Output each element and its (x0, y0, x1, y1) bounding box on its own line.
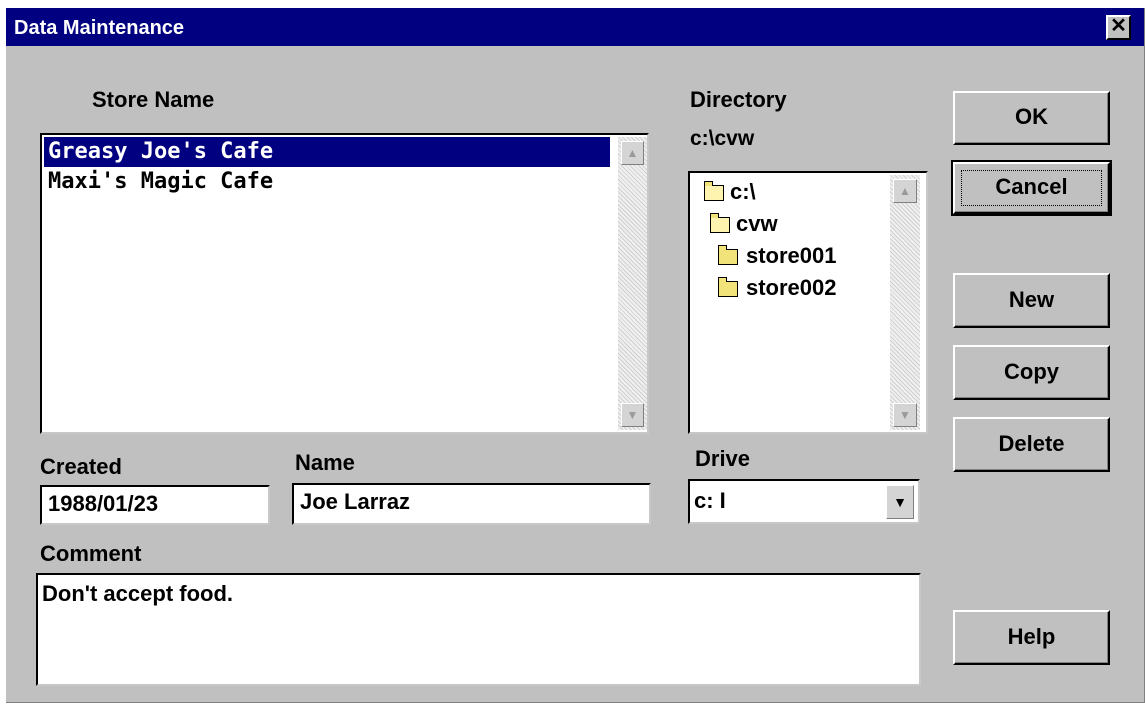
directory-path: c:\cvw (690, 127, 755, 150)
open-folder-icon (710, 213, 730, 233)
scroll-up-icon[interactable]: ▲ (893, 179, 917, 203)
store-name-list[interactable]: Greasy Joe's Cafe Maxi's Magic Cafe ▲ ▼ (40, 133, 649, 434)
scroll-down-icon[interactable]: ▼ (893, 403, 917, 427)
tree-item-root[interactable]: c:\ (730, 179, 756, 205)
chevron-down-icon[interactable]: ▼ (886, 485, 914, 519)
close-button[interactable]: ✕ (1106, 15, 1131, 40)
focus-indicator (961, 170, 1102, 206)
cancel-button[interactable]: Cancel (951, 160, 1112, 216)
comment-label: Comment (40, 541, 142, 566)
folder-icon (718, 277, 738, 297)
created-field[interactable]: 1988/01/23 (40, 485, 270, 525)
open-folder-icon (704, 181, 724, 201)
drive-label: Drive (695, 446, 751, 471)
name-field[interactable]: Joe Larraz (292, 483, 651, 525)
window-title: Data Maintenance (14, 17, 185, 39)
drive-select[interactable]: c: I ▼ (688, 479, 920, 524)
store-list-scrollbar[interactable]: ▲ ▼ (618, 137, 647, 430)
scroll-up-icon[interactable]: ▲ (621, 141, 644, 165)
copy-button[interactable]: Copy (953, 345, 1110, 400)
folder-icon (718, 245, 738, 265)
list-item-store-1[interactable]: Greasy Joe's Cafe (44, 137, 610, 167)
directory-label: Directory (690, 87, 787, 112)
directory-scrollbar[interactable]: ▲ ▼ (890, 175, 920, 430)
close-icon: ✕ (1110, 15, 1127, 37)
comment-field[interactable]: Don't accept food. (36, 573, 921, 686)
scroll-down-icon[interactable]: ▼ (621, 403, 644, 427)
comment-text: Don't accept food. (42, 581, 234, 606)
help-button[interactable]: Help (953, 610, 1110, 665)
new-button[interactable]: New (953, 273, 1110, 328)
ok-button[interactable]: OK (953, 91, 1110, 145)
store-name-label: Store Name (92, 87, 215, 112)
list-item-store-2[interactable]: Maxi's Magic Cafe (48, 167, 273, 197)
created-label: Created (40, 454, 122, 479)
delete-button[interactable]: Delete (953, 417, 1110, 472)
tree-item-cvw[interactable]: cvw (736, 211, 778, 237)
tree-item-store002[interactable]: store002 (746, 275, 837, 301)
drive-value: c: I (694, 488, 726, 513)
tree-item-store001[interactable]: store001 (746, 243, 837, 269)
directory-tree[interactable]: c:\ cvw store001 store002 ▲ ▼ (688, 171, 928, 434)
name-label: Name (295, 450, 355, 475)
